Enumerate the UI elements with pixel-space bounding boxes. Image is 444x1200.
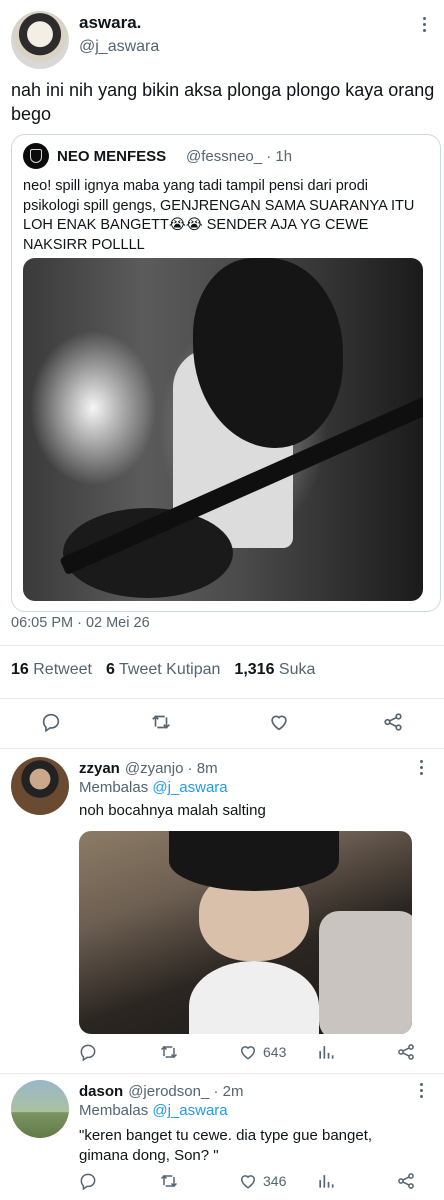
reply-icon[interactable]: [78, 1169, 98, 1193]
mention-link[interactable]: @j_aswara: [152, 1102, 227, 1119]
heart-icon[interactable]: [266, 709, 292, 735]
share-icon[interactable]: [380, 709, 406, 735]
tweet-stats: 16 Retweet 6 Tweet Kutipan 1,316 Suka: [11, 661, 315, 679]
like-button[interactable]: 643: [238, 1040, 286, 1064]
reply-header: dason @jerodson_ · 2m: [79, 1083, 243, 1100]
more-icon[interactable]: [411, 757, 431, 777]
retweet-icon[interactable]: [158, 1040, 180, 1064]
mention-link[interactable]: @j_aswara: [152, 779, 227, 796]
quoted-author-name: NEO MENFESS: [57, 148, 167, 165]
divider: [0, 698, 444, 699]
like-stat[interactable]: 1,316 Suka: [234, 661, 315, 679]
heart-icon: [240, 1175, 256, 1189]
like-button[interactable]: 346: [238, 1169, 286, 1193]
quoted-tweet-photo[interactable]: [23, 258, 423, 601]
divider: [0, 748, 444, 749]
divider: [0, 645, 444, 646]
author-handle[interactable]: @j_aswara: [79, 38, 159, 56]
quoted-author-handle: @fessneo_ · 1h: [186, 148, 293, 165]
quoted-author-avatar: [23, 143, 49, 169]
replying-to: Membalas @j_aswara: [79, 1102, 228, 1119]
tweet-text: nah ini nih yang bikin aksa plonga plong…: [11, 80, 435, 124]
reply-handle-time[interactable]: @jerodson_ · 2m: [128, 1083, 243, 1100]
analytics-icon[interactable]: [316, 1040, 336, 1064]
reply-handle-time[interactable]: @zyanjo · 8m: [125, 760, 218, 777]
analytics-icon[interactable]: [316, 1169, 336, 1193]
like-count: 643: [263, 1044, 287, 1060]
retweet-stat[interactable]: 16 Retweet: [11, 661, 92, 679]
reply-text: "keren banget tu cewe. dia type gue bang…: [79, 1127, 373, 1164]
reply-avatar[interactable]: [11, 757, 69, 815]
tweet-timestamp[interactable]: 06:05 PM · 02 Mei 26: [11, 615, 150, 631]
reply-text: noh bocahnya malah salting: [79, 802, 266, 819]
reply-icon[interactable]: [78, 1040, 98, 1064]
quoted-tweet-text: neo! spill ignya maba yang tadi tampil p…: [23, 178, 415, 253]
shield-logo-icon: [30, 149, 42, 163]
reply-icon[interactable]: [38, 709, 64, 735]
like-count: 346: [263, 1173, 287, 1189]
divider: [0, 1073, 444, 1074]
more-icon[interactable]: [414, 14, 434, 34]
reply-header: zzyan @zyanjo · 8m: [79, 760, 218, 777]
share-icon[interactable]: [396, 1169, 416, 1193]
retweet-icon[interactable]: [158, 1169, 180, 1193]
retweet-icon[interactable]: [148, 709, 174, 735]
reply-photo[interactable]: [79, 831, 412, 1034]
author-display-name[interactable]: aswara.: [79, 13, 141, 33]
more-icon[interactable]: [411, 1080, 431, 1100]
reply-avatar[interactable]: [11, 1080, 69, 1138]
reply-display-name[interactable]: dason: [79, 1083, 123, 1100]
replying-to: Membalas @j_aswara: [79, 779, 228, 796]
author-avatar[interactable]: [11, 11, 69, 69]
heart-icon: [240, 1046, 256, 1060]
share-icon[interactable]: [396, 1040, 416, 1064]
reply-display-name[interactable]: zzyan: [79, 760, 120, 777]
quote-stat[interactable]: 6 Tweet Kutipan: [106, 661, 220, 679]
